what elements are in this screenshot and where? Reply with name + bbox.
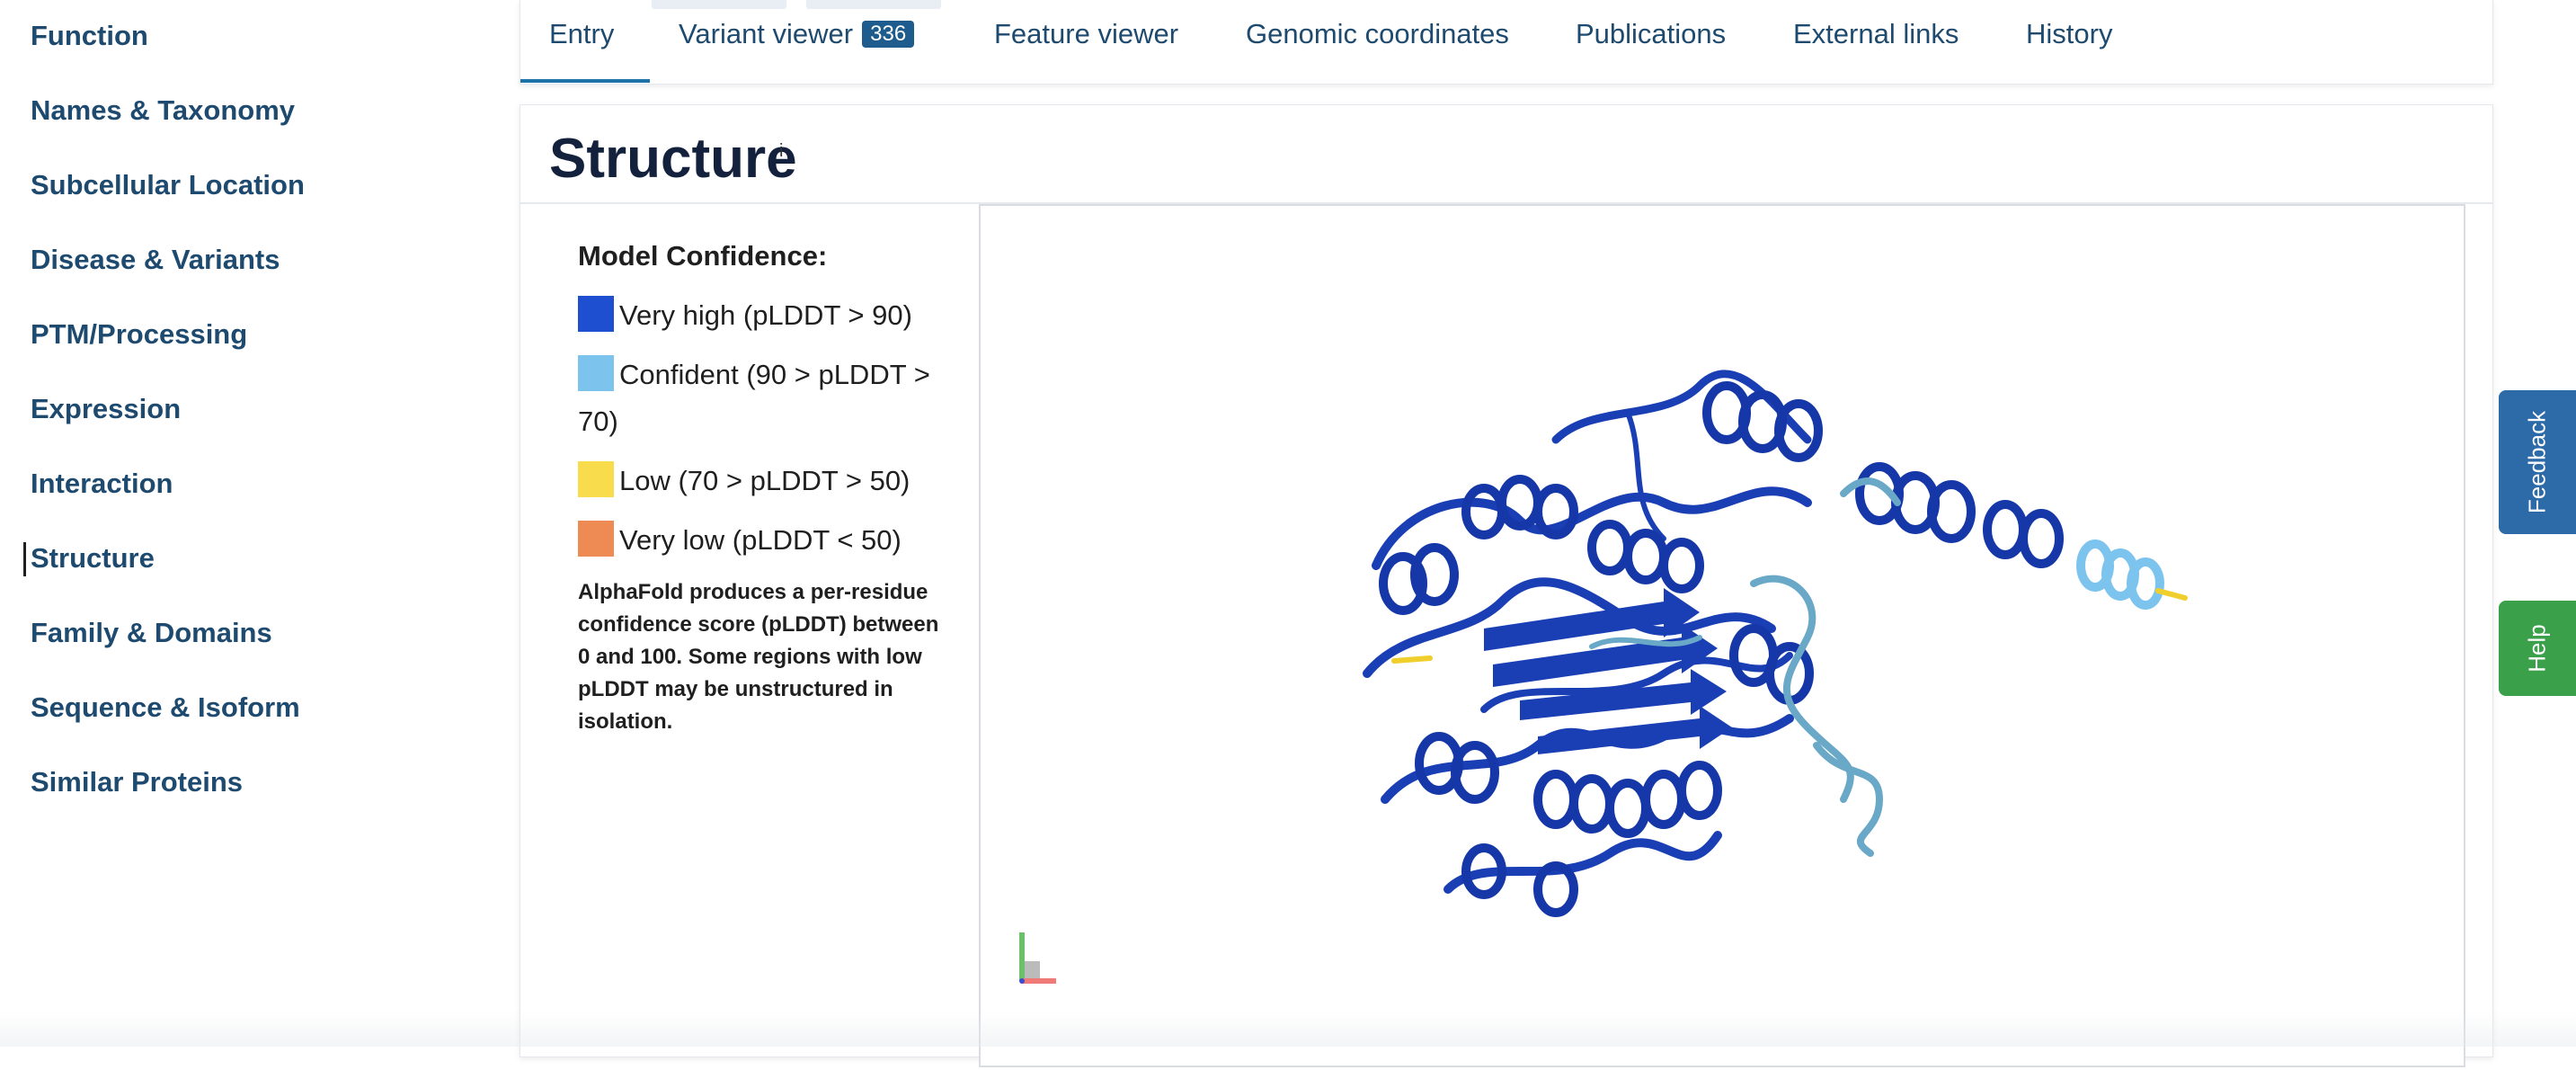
sidebar-nav: Function Names & Taxonomy Subcellular Lo… (0, 0, 503, 1047)
tab-external-links[interactable]: External links (1793, 18, 1959, 50)
sidebar-item-structure[interactable]: Structure (31, 542, 155, 575)
section-title: Structure (549, 128, 797, 190)
tab-variant-viewer[interactable]: Variant viewer 336 (679, 18, 915, 50)
variant-count-badge: 336 (862, 21, 915, 48)
legend-label: Confident (90 > pLDDT > 70) (578, 359, 930, 437)
legend-title: Model Confidence: (578, 240, 828, 272)
tab-feature-viewer[interactable]: Feature viewer (994, 18, 1178, 50)
legend-item-very-high: Very high (pLDDT > 90) (578, 292, 955, 339)
sidebar-item-disease-variants[interactable]: Disease & Variants (31, 244, 280, 276)
feedback-label: Feedback (2523, 410, 2551, 514)
scrolled-header-fragment (806, 0, 941, 9)
legend-label: Very high (pLDDT > 90) (619, 299, 912, 331)
legend-label: Very low (pLDDT < 50) (619, 524, 902, 556)
entry-tab-bar: Entry Variant viewer 336 Feature viewer G… (520, 0, 2493, 85)
structure-section: Structure i Model Confidence: Very high … (520, 104, 2493, 1067)
sidebar-item-family-domains[interactable]: Family & Domains (31, 617, 272, 649)
alphafold-description: AlphaFold produces a per-residue confide… (578, 580, 939, 734)
legend-swatch-low (578, 461, 614, 497)
protein-3d-model-icon (1019, 370, 2188, 984)
sidebar-item-sequence-isoform[interactable]: Sequence & Isoform (31, 691, 300, 724)
feedback-button[interactable]: Feedback (2499, 390, 2576, 534)
legend-item-low: Low (70 > pLDDT > 50) (578, 458, 955, 504)
tab-publications[interactable]: Publications (1576, 18, 1726, 50)
legend-swatch-confident (578, 355, 614, 391)
sidebar-active-indicator (23, 542, 26, 576)
info-icon[interactable]: i (779, 141, 783, 162)
sidebar-item-similar-proteins[interactable]: Similar Proteins (31, 766, 243, 798)
help-label: Help (2523, 624, 2551, 673)
legend-item-very-low: Very low (pLDDT < 50) (578, 517, 955, 564)
tab-genomic-coordinates[interactable]: Genomic coordinates (1246, 18, 1509, 50)
help-button[interactable]: Help (2499, 601, 2576, 696)
tab-variant-viewer-label: Variant viewer (679, 18, 854, 49)
sidebar-item-names-taxonomy[interactable]: Names & Taxonomy (31, 94, 295, 127)
legend-swatch-very-low (578, 521, 614, 557)
model-confidence-legend: Model Confidence: Very high (pLDDT > 90)… (578, 240, 955, 738)
scrolled-header-fragment (652, 0, 786, 9)
legend-swatch-very-high (578, 296, 614, 332)
sidebar-item-function[interactable]: Function (31, 20, 148, 52)
axes-gizmo (1019, 932, 1056, 984)
tab-history[interactable]: History (2026, 18, 2112, 50)
sidebar-item-subcellular-location[interactable]: Subcellular Location (31, 169, 305, 201)
sidebar-item-ptm-processing[interactable]: PTM/Processing (31, 318, 247, 351)
structure-3d-viewer[interactable] (979, 204, 2465, 1067)
sidebar-item-expression[interactable]: Expression (31, 393, 181, 425)
legend-item-confident: Confident (90 > pLDDT > 70) (578, 352, 955, 445)
sidebar-item-interaction[interactable]: Interaction (31, 468, 173, 500)
tab-entry[interactable]: Entry (549, 18, 614, 50)
legend-label: Low (70 > pLDDT > 50) (619, 465, 910, 496)
active-tab-indicator (520, 79, 650, 83)
